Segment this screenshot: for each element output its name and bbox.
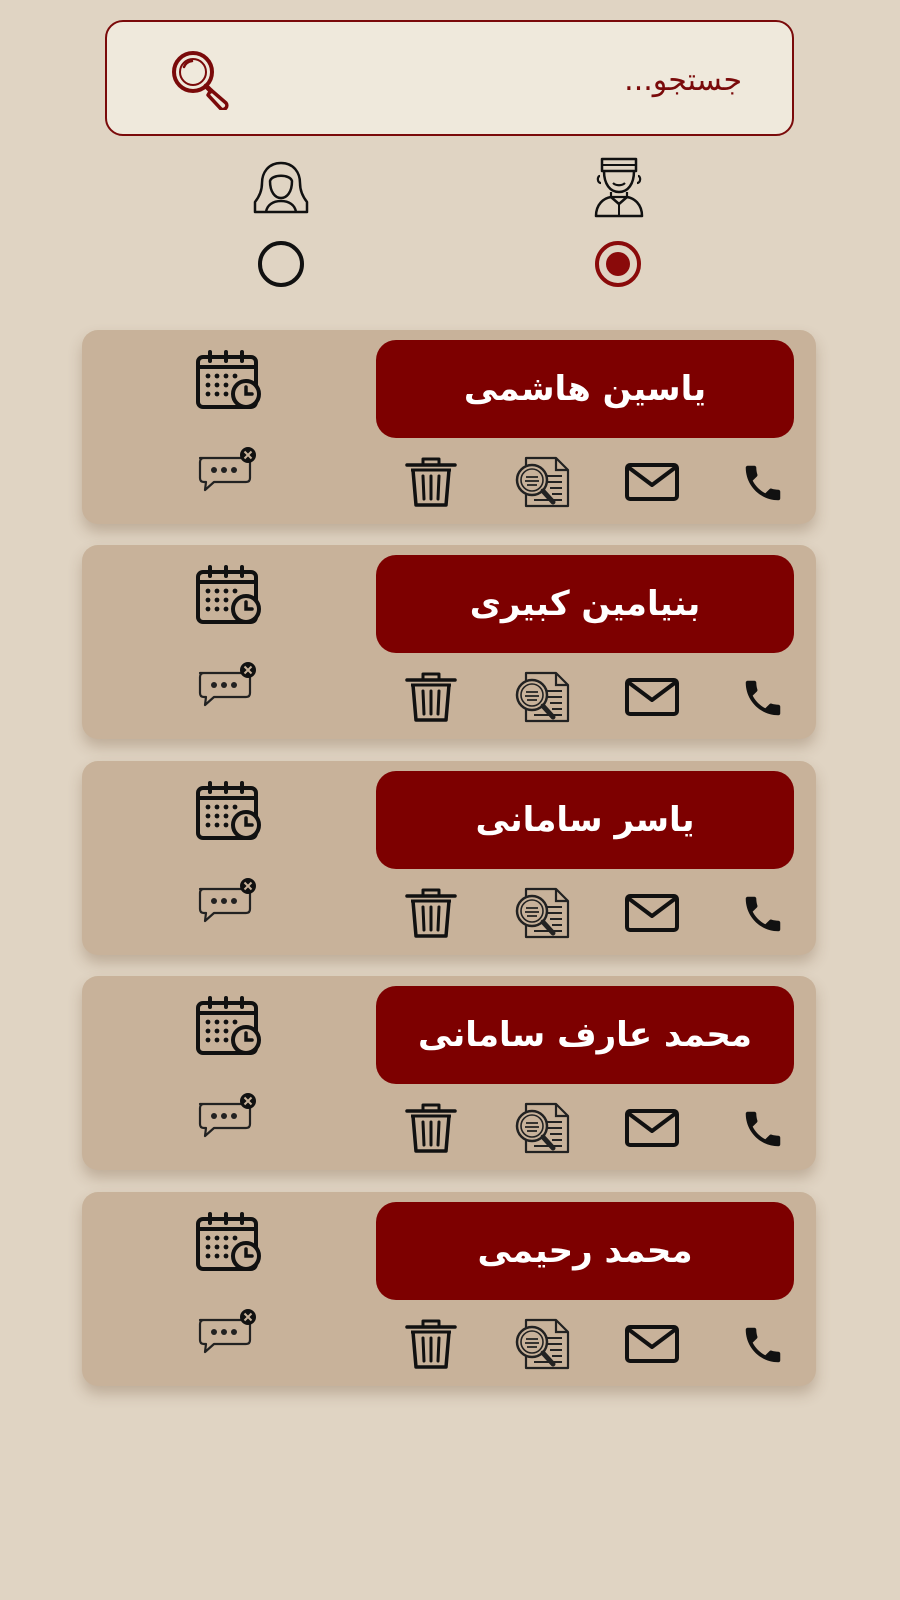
- calendar-clock-icon[interactable]: [195, 781, 263, 841]
- contact-card: بنیامین کبیری: [82, 545, 816, 739]
- male-radio[interactable]: [595, 241, 641, 287]
- contact-card: یاسر سامانی: [82, 761, 816, 955]
- document-search-icon[interactable]: [512, 1318, 572, 1370]
- contact-card: محمد رحیمی: [82, 1192, 816, 1386]
- female-radio[interactable]: [258, 241, 304, 287]
- trash-icon[interactable]: [404, 1102, 458, 1154]
- message-cancel-icon[interactable]: [196, 1092, 258, 1140]
- mail-icon[interactable]: [624, 1108, 680, 1148]
- message-cancel-icon[interactable]: [196, 446, 258, 494]
- message-cancel-icon[interactable]: [196, 1308, 258, 1356]
- mail-icon[interactable]: [624, 893, 680, 933]
- search-icon[interactable]: [167, 48, 237, 112]
- contact-name-button[interactable]: یاسر سامانی: [376, 771, 794, 869]
- phone-icon[interactable]: [737, 891, 789, 937]
- woman-avatar-icon: [252, 160, 310, 220]
- message-cancel-icon[interactable]: [196, 877, 258, 925]
- trash-icon[interactable]: [404, 456, 458, 508]
- document-search-icon[interactable]: [512, 887, 572, 939]
- mail-icon[interactable]: [624, 1324, 680, 1364]
- message-cancel-icon[interactable]: [196, 661, 258, 709]
- contact-card: یاسین هاشمی: [82, 330, 816, 524]
- contact-name-button[interactable]: یاسین هاشمی: [376, 340, 794, 438]
- trash-icon[interactable]: [404, 671, 458, 723]
- phone-icon[interactable]: [737, 1106, 789, 1152]
- contact-name-button[interactable]: محمد عارف سامانی: [376, 986, 794, 1084]
- search-bar: [105, 20, 794, 136]
- calendar-clock-icon[interactable]: [195, 1212, 263, 1272]
- document-search-icon[interactable]: [512, 671, 572, 723]
- man-avatar-icon: [594, 156, 644, 222]
- contact-name-button[interactable]: بنیامین کبیری: [376, 555, 794, 653]
- document-search-icon[interactable]: [512, 1102, 572, 1154]
- contact-card: محمد عارف سامانی: [82, 976, 816, 1170]
- search-input[interactable]: [322, 52, 742, 108]
- phone-icon[interactable]: [737, 675, 789, 721]
- trash-icon[interactable]: [404, 887, 458, 939]
- trash-icon[interactable]: [404, 1318, 458, 1370]
- mail-icon[interactable]: [624, 462, 680, 502]
- mail-icon[interactable]: [624, 677, 680, 717]
- phone-icon[interactable]: [737, 1322, 789, 1368]
- calendar-clock-icon[interactable]: [195, 565, 263, 625]
- contact-name-button[interactable]: محمد رحیمی: [376, 1202, 794, 1300]
- calendar-clock-icon[interactable]: [195, 350, 263, 410]
- document-search-icon[interactable]: [512, 456, 572, 508]
- phone-icon[interactable]: [737, 460, 789, 506]
- calendar-clock-icon[interactable]: [195, 996, 263, 1056]
